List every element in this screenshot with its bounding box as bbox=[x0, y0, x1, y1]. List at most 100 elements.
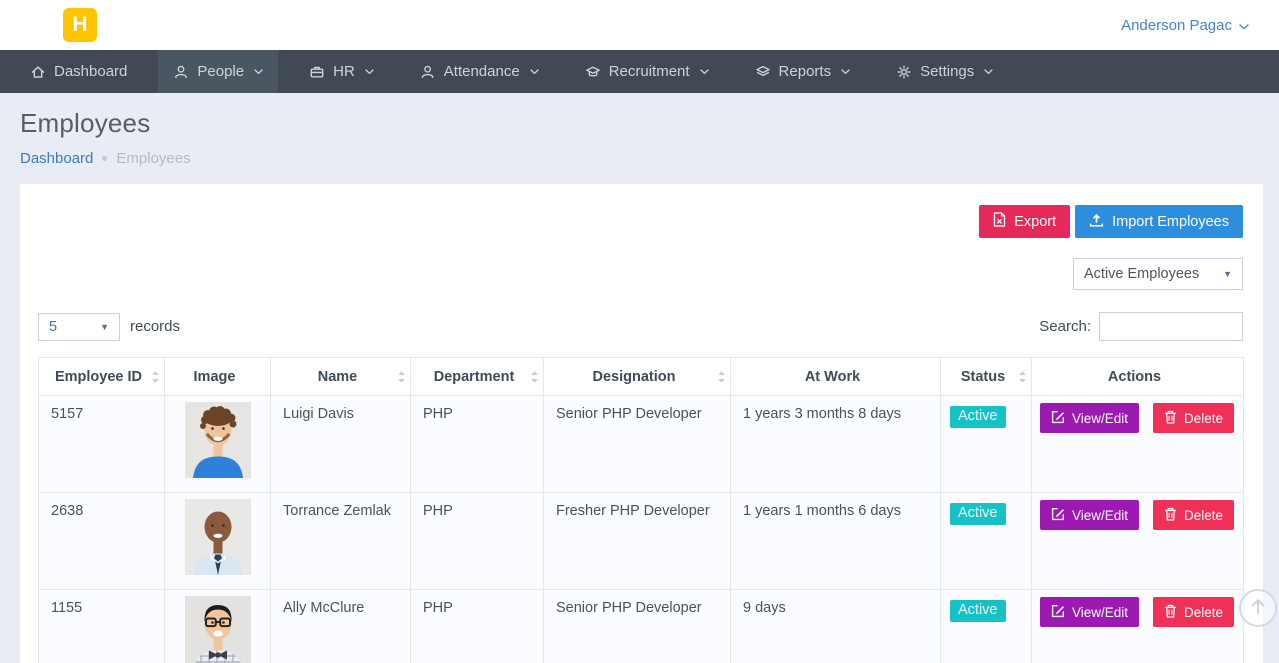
nav-item-dashboard[interactable]: Dashboard bbox=[15, 50, 142, 93]
column-header-label: Employee ID bbox=[55, 369, 142, 385]
chevron-down-icon bbox=[254, 69, 263, 75]
column-header-label: Image bbox=[194, 369, 236, 385]
sort-icon bbox=[530, 370, 539, 384]
scroll-to-top-button[interactable] bbox=[1239, 589, 1277, 627]
column-header-status[interactable]: Status bbox=[941, 358, 1032, 396]
employee-name-cell: Ally McClure bbox=[271, 590, 411, 663]
employees-table: Employee ID Image Name Department Designatio… bbox=[38, 357, 1244, 663]
view-edit-label: View/Edit bbox=[1072, 411, 1128, 426]
delete-button[interactable]: Delete bbox=[1153, 500, 1234, 530]
employee-filter-select[interactable]: Active Employees ▼ bbox=[1073, 258, 1243, 290]
employee-id-cell: 5157 bbox=[39, 396, 165, 493]
status-cell: Active bbox=[941, 590, 1032, 663]
briefcase-icon bbox=[309, 64, 325, 80]
status-badge: Active bbox=[950, 503, 1006, 525]
edit-icon bbox=[1051, 410, 1065, 427]
reports-icon bbox=[755, 64, 771, 80]
column-header-image: Image bbox=[165, 358, 271, 396]
actions-cell: View/Edit Delete bbox=[1032, 396, 1244, 493]
delete-button[interactable]: Delete bbox=[1153, 597, 1234, 627]
view-edit-button[interactable]: View/Edit bbox=[1040, 403, 1139, 433]
at-work-cell: 1 years 1 months 6 days bbox=[731, 493, 941, 590]
grad-cap-icon bbox=[585, 64, 601, 80]
table-controls: 5 ▼ records Search: bbox=[38, 312, 1243, 341]
chevron-down-icon bbox=[984, 69, 993, 75]
toolbar: Export Import Employees bbox=[38, 205, 1243, 238]
view-edit-label: View/Edit bbox=[1072, 605, 1128, 620]
view-edit-button[interactable]: View/Edit bbox=[1040, 597, 1139, 627]
status-cell: Active bbox=[941, 396, 1032, 493]
designation-cell: Fresher PHP Developer bbox=[544, 493, 731, 590]
user-name: Anderson Pagac bbox=[1121, 17, 1232, 34]
column-header-designation[interactable]: Designation bbox=[544, 358, 731, 396]
nav-item-label: Reports bbox=[779, 63, 832, 80]
designation-cell: Senior PHP Developer bbox=[544, 396, 731, 493]
chevron-down-icon bbox=[1239, 17, 1249, 34]
nav-item-label: Recruitment bbox=[609, 63, 690, 80]
nav-item-reports[interactable]: Reports bbox=[740, 50, 866, 93]
employee-photo bbox=[185, 596, 251, 663]
records-per-page-value: 5 bbox=[49, 319, 57, 335]
nav-item-attendance[interactable]: Attendance bbox=[405, 50, 554, 93]
upload-icon bbox=[1089, 213, 1104, 231]
search-input[interactable] bbox=[1099, 312, 1243, 341]
trash-icon bbox=[1164, 410, 1177, 427]
column-header-name[interactable]: Name bbox=[271, 358, 411, 396]
delete-label: Delete bbox=[1184, 508, 1223, 523]
employee-image-cell bbox=[165, 396, 271, 493]
employee-filter-value: Active Employees bbox=[1084, 266, 1199, 282]
page-title: Employees bbox=[20, 108, 1263, 139]
delete-label: Delete bbox=[1184, 605, 1223, 620]
table-row: 1155Ally McClurePHPSenior PHP Developer9… bbox=[39, 590, 1244, 663]
nav-item-hr[interactable]: HR bbox=[294, 50, 389, 93]
records-label: records bbox=[130, 318, 180, 335]
edit-icon bbox=[1051, 507, 1065, 524]
home-icon bbox=[30, 64, 46, 80]
view-edit-button[interactable]: View/Edit bbox=[1040, 500, 1139, 530]
department-cell: PHP bbox=[411, 396, 544, 493]
import-employees-button[interactable]: Import Employees bbox=[1075, 205, 1243, 238]
breadcrumb-item-dashboard[interactable]: Dashboard bbox=[20, 150, 93, 167]
breadcrumb-item-employees: Employees bbox=[116, 150, 190, 167]
department-cell: PHP bbox=[411, 493, 544, 590]
filter-row: Active Employees ▼ bbox=[38, 258, 1243, 290]
actions-cell: View/Edit Delete bbox=[1032, 493, 1244, 590]
employee-name-cell: Torrance Zemlak bbox=[271, 493, 411, 590]
department-cell: PHP bbox=[411, 590, 544, 663]
arrow-up-icon bbox=[1250, 597, 1266, 620]
employee-image-cell bbox=[165, 590, 271, 663]
breadcrumb-separator bbox=[102, 156, 107, 161]
records-control: 5 ▼ records bbox=[38, 313, 180, 341]
column-header-label: Department bbox=[434, 369, 515, 385]
user-menu[interactable]: Anderson Pagac bbox=[1121, 17, 1249, 34]
employee-id-cell: 2638 bbox=[39, 493, 165, 590]
nav-item-recruitment[interactable]: Recruitment bbox=[570, 50, 724, 93]
nav-item-people[interactable]: People bbox=[158, 50, 278, 93]
select-arrow-icon: ▼ bbox=[100, 322, 109, 332]
nav-item-settings[interactable]: Settings bbox=[881, 50, 1008, 93]
sort-icon bbox=[397, 370, 406, 384]
chevron-down-icon bbox=[700, 69, 709, 75]
export-file-icon bbox=[993, 212, 1006, 231]
app-logo[interactable]: H bbox=[63, 8, 97, 42]
nav-item-label: Settings bbox=[920, 63, 974, 80]
top-bar: H Anderson Pagac bbox=[0, 0, 1279, 50]
status-badge: Active bbox=[950, 406, 1006, 428]
column-header-employee-id[interactable]: Employee ID bbox=[39, 358, 165, 396]
employees-card: Export Import Employees Active Employees… bbox=[20, 184, 1263, 663]
nav-item-label: Dashboard bbox=[54, 63, 127, 80]
records-per-page-select[interactable]: 5 ▼ bbox=[38, 313, 120, 341]
column-header-department[interactable]: Department bbox=[411, 358, 544, 396]
employee-id-cell: 1155 bbox=[39, 590, 165, 663]
nav-item-label: HR bbox=[333, 63, 355, 80]
export-button[interactable]: Export bbox=[979, 205, 1070, 238]
main-nav: Dashboard People HR Attendance Recruitment Re… bbox=[0, 50, 1279, 93]
chevron-down-icon bbox=[530, 69, 539, 75]
nav-item-label: People bbox=[197, 63, 244, 80]
column-header-label: Designation bbox=[593, 369, 676, 385]
column-header-actions: Actions bbox=[1032, 358, 1244, 396]
delete-button[interactable]: Delete bbox=[1153, 403, 1234, 433]
sort-icon bbox=[1018, 370, 1027, 384]
column-header-at-work: At Work bbox=[731, 358, 941, 396]
sort-icon bbox=[717, 370, 726, 384]
